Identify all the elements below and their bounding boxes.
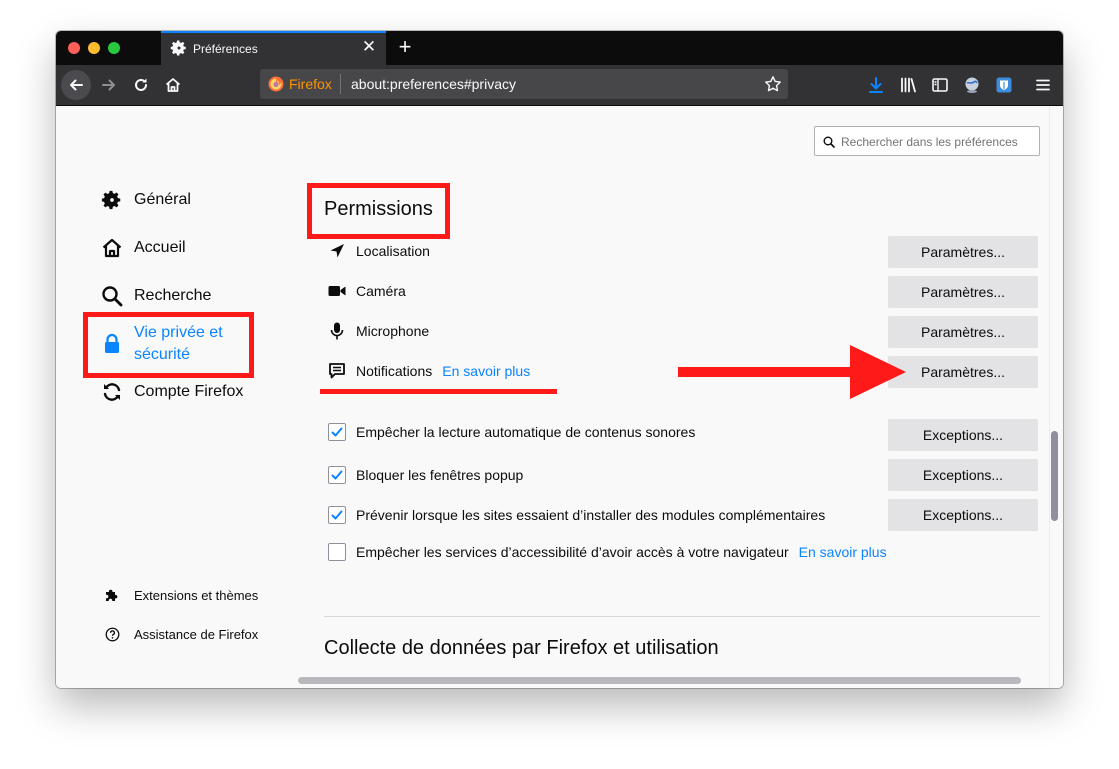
nav-bar: Firefox about:preferences#privacy [56,65,1063,106]
autoplay-checkbox[interactable] [328,423,346,441]
category-home[interactable]: Accueil [100,236,186,260]
gear-icon [170,39,188,57]
accessibility-checkbox[interactable] [328,543,346,561]
permission-camera: Caméra [328,282,406,300]
firefox-support-link[interactable]: Assistance de Firefox [104,626,258,642]
checkmark-icon [331,427,343,437]
section-divider [324,616,1040,617]
sidebar-icon[interactable] [931,76,949,94]
category-label: Accueil [134,239,186,256]
popup-checkbox[interactable] [328,466,346,484]
url-bar[interactable]: Firefox about:preferences#privacy [260,69,788,99]
preferences-page: Général Accueil Recherche Vie privée et … [56,106,1063,688]
reload-button[interactable] [126,70,156,100]
menu-icon[interactable] [1034,76,1052,94]
learn-more-link[interactable]: En savoir plus [442,363,530,379]
permission-label: Localisation [356,243,430,259]
permission-location: Localisation [328,242,430,260]
extensions-themes-link[interactable]: Extensions et thèmes [104,587,258,603]
forward-button[interactable] [94,70,124,100]
vertical-scrollbar-thumb[interactable] [1051,431,1058,521]
learn-more-link[interactable]: En savoir plus [799,544,887,560]
annotation-box-privacy [83,312,254,378]
popup-exceptions-button[interactable]: Exceptions... [888,459,1038,491]
category-search[interactable]: Recherche [100,284,211,308]
minimize-window-button[interactable] [88,42,100,54]
url-text[interactable]: about:preferences#privacy [351,76,516,92]
extension-globe-icon[interactable] [963,76,981,94]
bookmark-star-icon[interactable] [764,75,782,93]
new-tab-button[interactable]: + [392,34,418,60]
footer-label: Assistance de Firefox [134,626,259,642]
url-separator [340,74,341,94]
zoom-window-button[interactable] [108,42,120,54]
annotation-underline-notifications [320,389,557,394]
permission-notifications: Notifications En savoir plus [328,362,530,380]
data-collection-heading: Collecte de données par Firefox et utili… [324,637,719,659]
close-tab-icon[interactable]: ✕ [360,38,378,56]
microphone-icon [328,322,346,340]
search-icon [823,136,835,148]
annotation-arrow-icon [678,345,906,399]
horizontal-scrollbar-thumb[interactable] [298,677,1021,684]
search-icon [100,284,124,308]
category-general[interactable]: Général [100,188,191,212]
notifications-settings-button[interactable]: Paramètres... [888,356,1038,388]
back-button[interactable] [61,70,91,100]
category-label: Compte Firefox [134,383,244,400]
autoplay-row: Empêcher la lecture automatique de conte… [328,423,695,441]
tab-title: Préférences [193,42,258,56]
forward-arrow-icon [102,79,115,91]
addons-exceptions-button[interactable]: Exceptions... [888,499,1038,531]
notification-icon [328,362,346,380]
annotation-box-permissions [307,183,450,239]
permission-label: Notifications [356,363,433,379]
help-icon [104,626,120,642]
checkmark-icon [331,470,343,480]
checkbox-label: Bloquer les fenêtres popup [356,467,524,483]
home-icon [165,78,181,92]
addons-warning-row: Prévenir lorsque les sites essaient d’in… [328,506,825,524]
permission-label: Caméra [356,283,406,299]
password-manager-icon[interactable] [995,76,1013,94]
category-label: Recherche [134,287,212,304]
checkbox-label: Empêcher les services d’accessibilité d’… [356,544,789,560]
permission-label: Microphone [356,323,430,339]
tab-strip: Préférences ✕ + [56,31,1063,65]
location-icon [328,242,346,260]
addons-warning-checkbox[interactable] [328,506,346,524]
autoplay-exceptions-button[interactable]: Exceptions... [888,419,1038,451]
vertical-scrollbar-track [1049,106,1050,688]
camera-icon [328,282,346,300]
sync-icon [100,380,124,404]
checkbox-label: Prévenir lorsque les sites essaient d’in… [356,507,826,523]
close-window-button[interactable] [68,42,80,54]
tab-preferences[interactable]: Préférences ✕ [161,31,386,65]
category-firefox-account[interactable]: Compte Firefox [100,380,243,404]
microphone-settings-button[interactable]: Paramètres... [888,316,1038,348]
identity-label: Firefox [289,76,332,92]
home-icon [100,236,124,260]
camera-settings-button[interactable]: Paramètres... [888,276,1038,308]
checkbox-label: Empêcher la lecture automatique de conte… [356,424,696,440]
search-input[interactable] [839,130,1039,154]
checkmark-icon [331,510,343,520]
permission-microphone: Microphone [328,322,429,340]
accessibility-row: Empêcher les services d’accessibilité d’… [328,543,887,561]
gear-icon [100,188,124,212]
puzzle-icon [104,587,120,603]
footer-label: Extensions et thèmes [134,587,259,603]
back-arrow-icon [70,79,83,91]
download-icon[interactable] [867,76,885,94]
location-settings-button[interactable]: Paramètres... [888,236,1038,268]
browser-window: Préférences ✕ + Firefox about:preference… [56,31,1063,688]
library-icon[interactable] [899,76,917,94]
firefox-logo-icon [268,76,284,92]
category-label: Général [134,191,191,208]
home-button[interactable] [158,70,188,100]
popup-row: Bloquer les fenêtres popup [328,466,523,484]
search-box[interactable] [814,126,1040,156]
reload-icon [135,78,147,91]
